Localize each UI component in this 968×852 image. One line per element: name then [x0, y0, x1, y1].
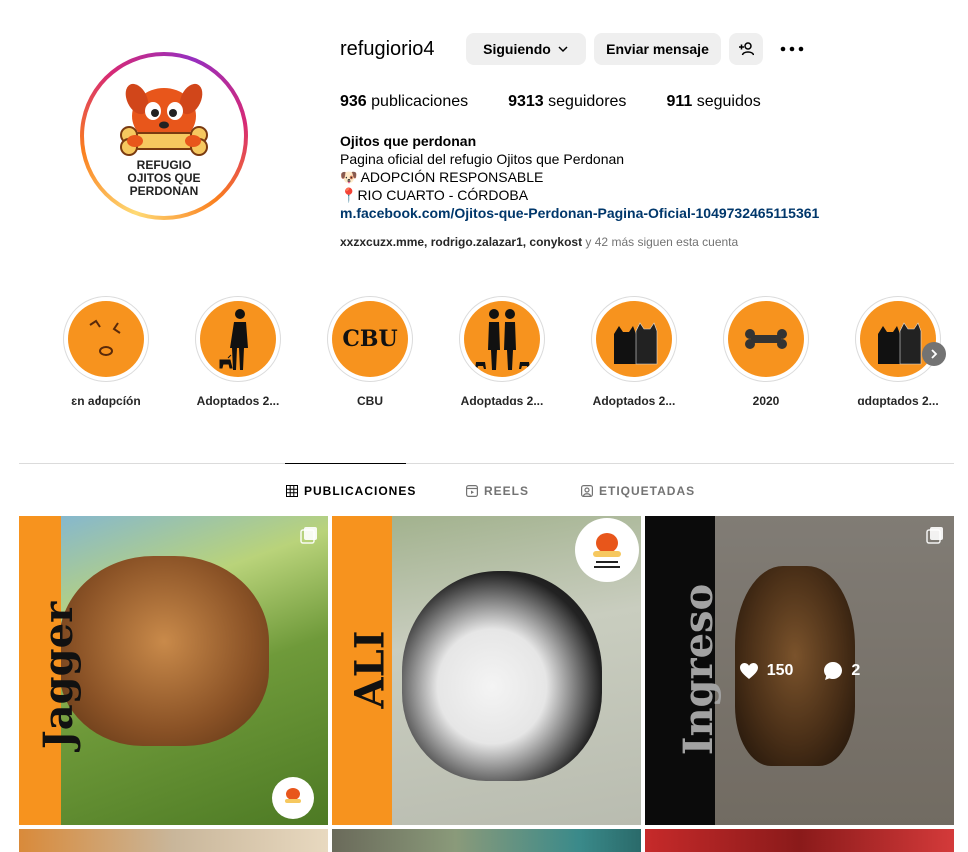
post-hover-overlay: 150 2	[645, 516, 954, 825]
dog-emoji-icon: 🐶	[340, 169, 358, 185]
profile-bio: Ojitos que perdonan Pagina oficial del r…	[340, 132, 819, 222]
post-row2-1[interactable]	[19, 829, 328, 852]
cats-icon	[878, 322, 922, 365]
refuge-logo: REFUGIO OJITOS QUE PERDONAN	[120, 83, 208, 198]
dog-photo	[59, 556, 269, 746]
tab-publicaciones[interactable]: PUBLICACIONES	[286, 484, 416, 498]
send-message-button[interactable]: Enviar mensaje	[594, 33, 721, 65]
following-button[interactable]: Siguiendo	[466, 33, 586, 65]
cbu-text: CBU	[342, 326, 398, 352]
cats-icon	[614, 322, 658, 365]
highlights-next-button[interactable]	[922, 342, 946, 366]
post-ingreso[interactable]: Ingreso 150 2	[645, 516, 954, 825]
following-link[interactable]: 911 seguidos	[666, 93, 760, 111]
story-highlights: ɛn aძɑpcíón Adoptados 2... CBU CBU Adopt…	[46, 296, 946, 416]
tab-reels[interactable]: REELS	[466, 484, 529, 498]
tabs-divider	[19, 463, 954, 464]
carousel-icon	[926, 527, 943, 544]
heart-icon	[739, 662, 758, 679]
grid-icon	[286, 485, 298, 497]
followers-link[interactable]: 9313 seguidores	[508, 93, 626, 111]
highlight-cbu[interactable]: CBU CBU	[310, 296, 430, 408]
chevron-right-icon	[931, 349, 938, 359]
tab-etiquetadas[interactable]: ETIQUETADAS	[581, 484, 695, 498]
profile-username: refugiorio4	[340, 38, 435, 60]
profile-name: Ojitos que perdonan	[340, 133, 477, 149]
post-row2-3[interactable]	[645, 829, 954, 852]
dog-photo	[402, 571, 602, 781]
more-dots-icon	[780, 46, 804, 52]
add-person-icon	[739, 42, 754, 56]
comment-icon	[824, 661, 843, 680]
more-options-button[interactable]	[778, 38, 806, 60]
active-tab-indicator	[285, 463, 406, 464]
couple-dog-icon	[475, 309, 530, 370]
likes-stat: 150	[739, 662, 793, 680]
bio-line: 📍RIO CUARTO - CÓRDOBA	[340, 187, 529, 203]
bio-line: Pagina oficial del refugio Ojitos que Pe…	[340, 151, 625, 167]
post-dog-name: Jagger	[35, 601, 83, 750]
watermark-logo	[272, 777, 314, 819]
bio-external-link[interactable]: m.facebook.com/Ojitos-que-Perdonan-Pagin…	[340, 204, 819, 222]
tagged-icon	[581, 485, 593, 497]
carousel-icon	[300, 527, 317, 544]
highlight-adoptados-2[interactable]: Adoptadɑs 2...	[442, 296, 562, 408]
svg-text:PERDONAN: PERDONAN	[130, 184, 199, 198]
followed-by[interactable]: xxzxcuzx.mme, rodrigo.zalazar1, conykost…	[340, 235, 738, 249]
highlight-2020[interactable]: 2020	[706, 296, 826, 408]
post-jagger[interactable]: Jagger	[19, 516, 328, 825]
highlight-en-adopcion[interactable]: ɛn aძɑpcíón	[46, 296, 166, 408]
paw-icon	[89, 319, 121, 356]
svg-text:REFUGIO: REFUGIO	[137, 158, 192, 172]
post-dog-name: ALI	[346, 630, 394, 709]
send-message-label: Enviar mensaje	[606, 41, 709, 57]
comments-stat: 2	[823, 661, 860, 681]
bone-icon	[745, 329, 787, 349]
dog-logo-icon	[593, 533, 621, 568]
person-dog-icon	[219, 309, 248, 370]
watermark-logo	[575, 518, 639, 582]
reels-icon	[466, 485, 478, 497]
post-ali[interactable]: ALI	[332, 516, 641, 825]
svg-text:OJITOS QUE: OJITOS QUE	[127, 171, 200, 185]
profile-avatar[interactable]: REFUGIO OJITOS QUE PERDONAN	[80, 52, 248, 220]
pin-emoji-icon: 📍	[340, 187, 358, 203]
chevron-down-icon	[558, 46, 568, 53]
suggest-users-button[interactable]	[729, 33, 763, 65]
posts-count: 936 publicaciones	[340, 93, 469, 110]
highlight-adoptados-1[interactable]: Adoptados 2...	[178, 296, 298, 408]
dog-logo-icon	[285, 788, 301, 803]
post-row2-2[interactable]	[332, 829, 641, 852]
profile-stats: 936 publicaciones 9313 seguidores 911 se…	[340, 93, 801, 111]
highlight-adoptados-3[interactable]: Adoptados 2...	[574, 296, 694, 408]
bio-line: 🐶 ADOPCIÓN RESPONSABLE	[340, 169, 544, 185]
following-button-label: Siguiendo	[483, 41, 551, 57]
